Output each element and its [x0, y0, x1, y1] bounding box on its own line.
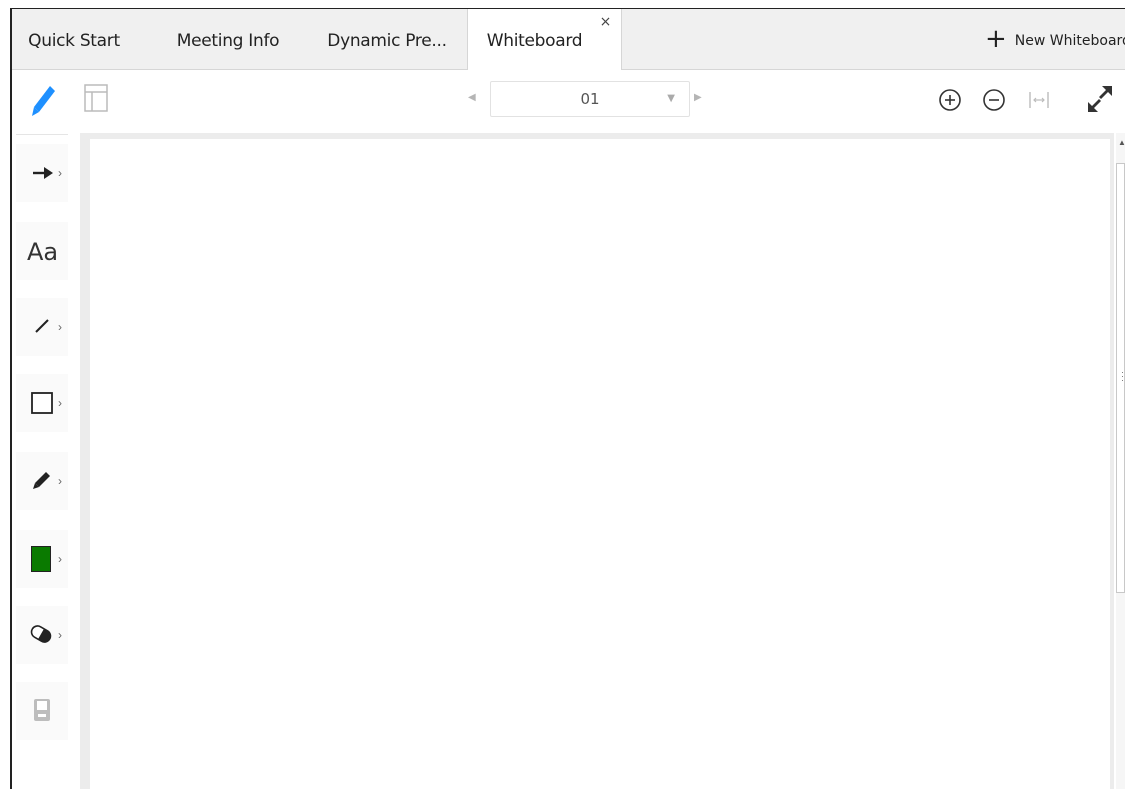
page-number-select[interactable]: 01 ▼: [490, 81, 690, 117]
pen-tool-icon[interactable]: [30, 84, 56, 118]
whiteboard-canvas[interactable]: [90, 139, 1110, 789]
plus-icon: +: [985, 24, 1007, 54]
line-tool[interactable]: ›: [16, 298, 68, 356]
text-tool[interactable]: Aa: [16, 222, 68, 280]
pen-width-tool[interactable]: ›: [16, 452, 68, 510]
layout-panel-icon[interactable]: [84, 84, 108, 112]
save-tool[interactable]: [16, 682, 68, 740]
tab-dynamic-presentation[interactable]: Dynamic Pre...: [312, 9, 462, 70]
rectangle-icon: [31, 392, 53, 414]
chevron-right-icon: ›: [58, 166, 62, 180]
arrow-right-icon: [33, 167, 53, 179]
zoom-in-icon[interactable]: [938, 88, 962, 112]
tab-whiteboard-label: Whiteboard: [486, 31, 583, 51]
tab-quick-start[interactable]: Quick Start: [12, 9, 136, 70]
chevron-right-icon: ›: [58, 320, 62, 334]
pen-icon: [33, 472, 50, 489]
new-whiteboard-label: New Whiteboard: [1014, 33, 1125, 49]
save-icon: [34, 699, 50, 721]
color-swatch: [31, 546, 51, 572]
eraser-icon: [30, 625, 52, 643]
tab-whiteboard[interactable]: Whiteboard ×: [467, 9, 622, 71]
chevron-right-icon: ›: [58, 628, 62, 642]
left-tool-panel: › Aa › › › › ›: [14, 134, 70, 754]
color-tool[interactable]: ›: [16, 530, 68, 588]
fit-width-icon[interactable]: [1028, 90, 1050, 110]
prev-page-icon[interactable]: ◀: [468, 92, 476, 103]
tab-meeting-info[interactable]: Meeting Info: [158, 9, 298, 70]
chevron-down-icon: ▼: [667, 93, 675, 104]
new-whiteboard-button[interactable]: + New Whiteboard: [985, 9, 1125, 70]
whiteboard-canvas-area: [80, 133, 1114, 789]
eraser-tool[interactable]: ›: [16, 606, 68, 664]
chevron-right-icon: ›: [58, 396, 62, 410]
shape-tool[interactable]: ›: [16, 374, 68, 432]
tool-divider: [16, 134, 68, 135]
zoom-out-icon[interactable]: [982, 88, 1006, 112]
chevron-right-icon: ›: [58, 474, 62, 488]
fullscreen-icon[interactable]: [1086, 84, 1114, 114]
page-number-value: 01: [580, 90, 600, 108]
text-tool-label: Aa: [27, 238, 59, 266]
scroll-grip-icon: · · ·: [1121, 367, 1124, 385]
line-icon: [35, 319, 49, 333]
close-icon[interactable]: ×: [600, 15, 612, 29]
chevron-right-icon: ›: [58, 552, 62, 566]
pointer-tool[interactable]: ›: [16, 144, 68, 202]
next-page-icon[interactable]: ▶: [694, 92, 702, 103]
tab-bar: Quick Start Meeting Info Dynamic Pre... …: [12, 9, 1125, 71]
whiteboard-toolbar: ◀ 01 ▼ ▶: [12, 70, 1125, 134]
scroll-up-icon[interactable]: ▲: [1118, 138, 1125, 147]
